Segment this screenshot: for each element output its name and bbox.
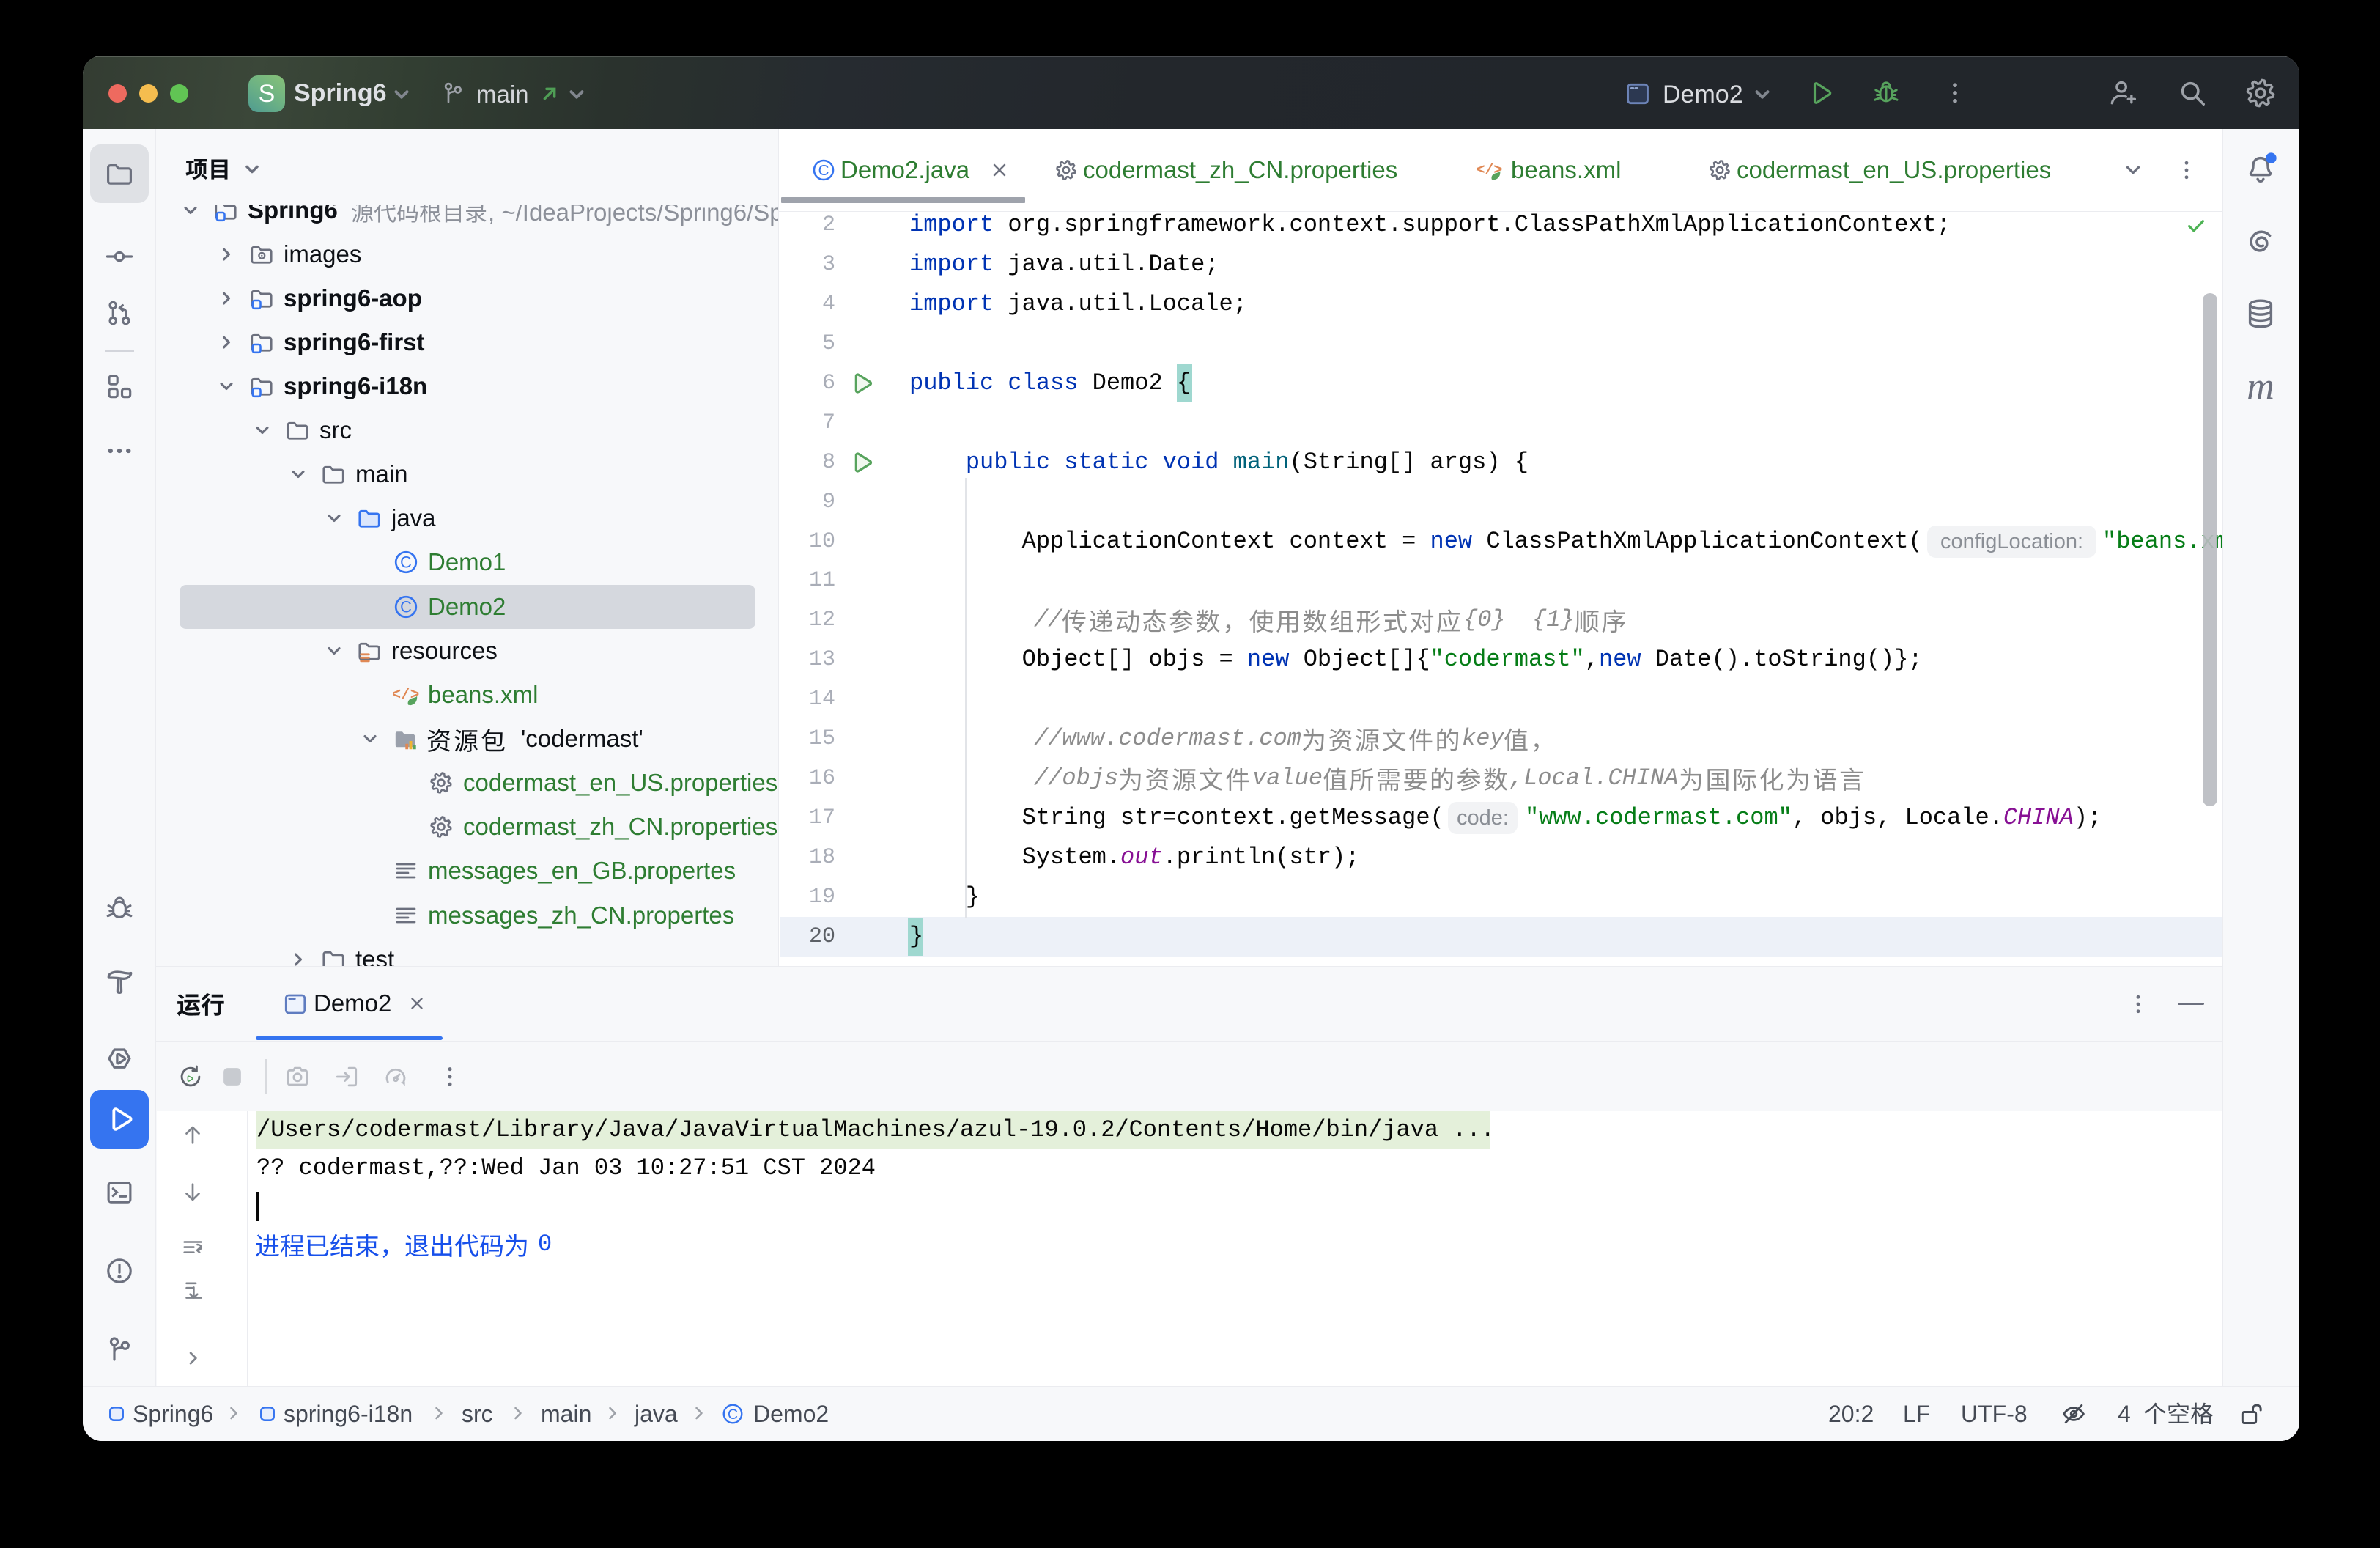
svg-text:C: C bbox=[400, 553, 412, 572]
svg-text:C: C bbox=[818, 162, 829, 179]
svg-text:C: C bbox=[400, 598, 412, 616]
svg-text:C: C bbox=[728, 1407, 738, 1423]
